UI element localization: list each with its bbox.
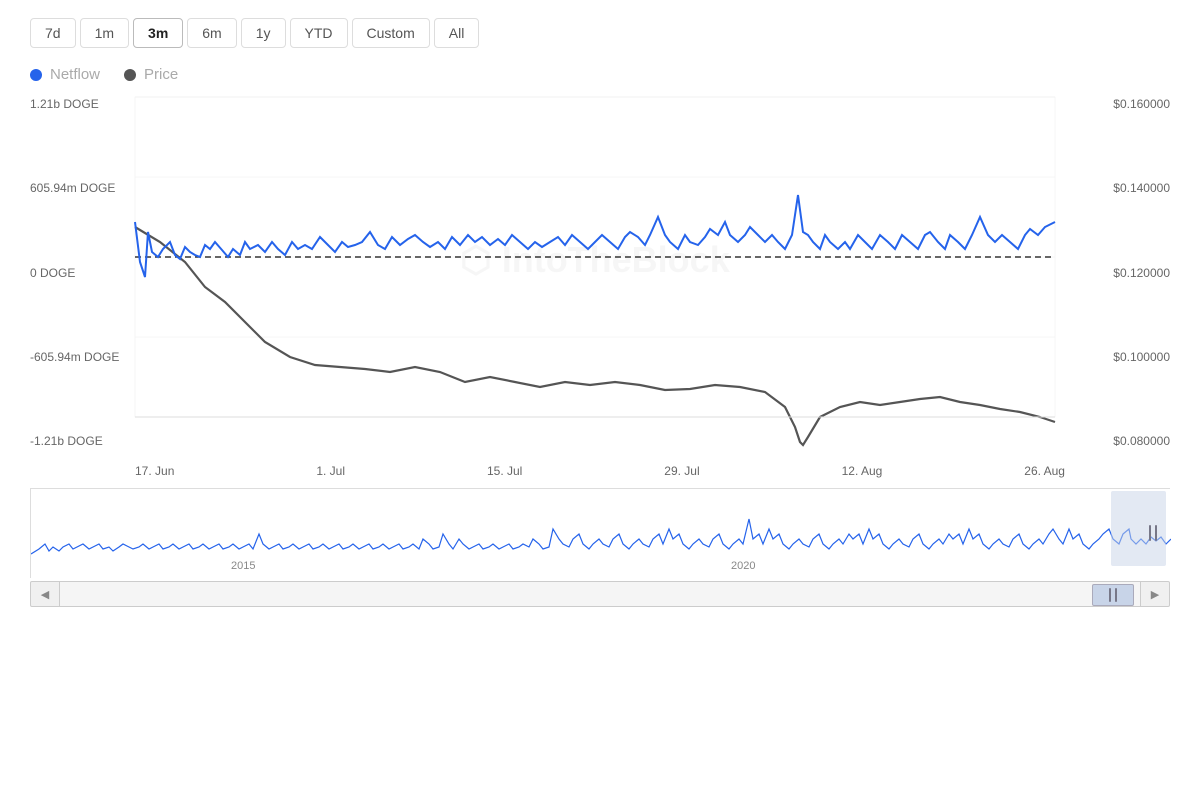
thumb-line-1 (1109, 588, 1111, 602)
mini-chart: 2015 2020 (30, 488, 1170, 578)
y-axis-right: $0.160000 $0.140000 $0.120000 $0.100000 … (1090, 97, 1170, 448)
scroll-track[interactable] (60, 581, 1140, 607)
y-label-top: 1.21b DOGE (30, 97, 130, 111)
y-label-bottom: -1.21b DOGE (30, 434, 130, 448)
y-right-upper: $0.140000 (1090, 181, 1170, 195)
netflow-dot (30, 69, 42, 81)
x-axis-labels: 17. Jun 1. Jul 15. Jul 29. Jul 12. Aug 2… (30, 462, 1170, 478)
time-btn-all[interactable]: All (434, 18, 480, 48)
x-label-5: 12. Aug (842, 464, 883, 478)
scroll-thumb[interactable] (1092, 584, 1134, 606)
x-label-6: 26. Aug (1024, 464, 1065, 478)
x-label-3: 15. Jul (487, 464, 522, 478)
scroll-left-icon: ◀ (41, 588, 49, 601)
main-container: 7d1m3m6m1yYTDCustomAll Netflow Price 1.2… (0, 0, 1200, 800)
y-right-mid: $0.120000 (1090, 266, 1170, 280)
scroll-grip[interactable] (1149, 525, 1157, 541)
price-dot (124, 69, 136, 81)
y-label-mid: 0 DOGE (30, 266, 130, 280)
legend: Netflow Price (0, 58, 1200, 87)
y-right-top: $0.160000 (1090, 97, 1170, 111)
y-axis-left: 1.21b DOGE 605.94m DOGE 0 DOGE -605.94m … (30, 97, 130, 448)
x-label-1: 17. Jun (135, 464, 174, 478)
scrollbar-row: ◀ ▶ (30, 581, 1170, 607)
y-label-upper: 605.94m DOGE (30, 181, 130, 195)
time-btn-7d[interactable]: 7d (30, 18, 76, 48)
time-btn-1y[interactable]: 1y (241, 18, 286, 48)
time-btn-1m[interactable]: 1m (80, 18, 129, 48)
scroll-left-btn[interactable]: ◀ (30, 581, 60, 607)
price-label: Price (144, 66, 178, 83)
netflow-label: Netflow (50, 66, 100, 83)
time-controls: 7d1m3m6m1yYTDCustomAll (0, 0, 1200, 58)
svg-text:⬡ IntoTheBlock: ⬡ IntoTheBlock (460, 239, 730, 280)
time-btn-ytd[interactable]: YTD (290, 18, 348, 48)
svg-text:2015: 2015 (231, 560, 255, 572)
thumb-line-2 (1115, 588, 1117, 602)
svg-text:2020: 2020 (731, 560, 755, 572)
mini-chart-svg: 2015 2020 (31, 489, 1171, 579)
time-btn-6m[interactable]: 6m (187, 18, 236, 48)
y-label-lower: -605.94m DOGE (30, 350, 130, 364)
chart-container: 1.21b DOGE 605.94m DOGE 0 DOGE -605.94m … (30, 87, 1170, 478)
scroll-right-btn[interactable]: ▶ (1140, 581, 1170, 607)
main-chart-svg: ⬡ IntoTheBlock (30, 87, 1170, 457)
time-btn-3m[interactable]: 3m (133, 18, 183, 48)
legend-price: Price (124, 66, 178, 83)
scroll-right-icon: ▶ (1151, 588, 1159, 601)
legend-netflow: Netflow (30, 66, 100, 83)
time-btn-custom[interactable]: Custom (352, 18, 430, 48)
y-right-bottom: $0.080000 (1090, 434, 1170, 448)
x-label-4: 29. Jul (664, 464, 699, 478)
x-label-2: 1. Jul (316, 464, 345, 478)
y-right-lower: $0.100000 (1090, 350, 1170, 364)
